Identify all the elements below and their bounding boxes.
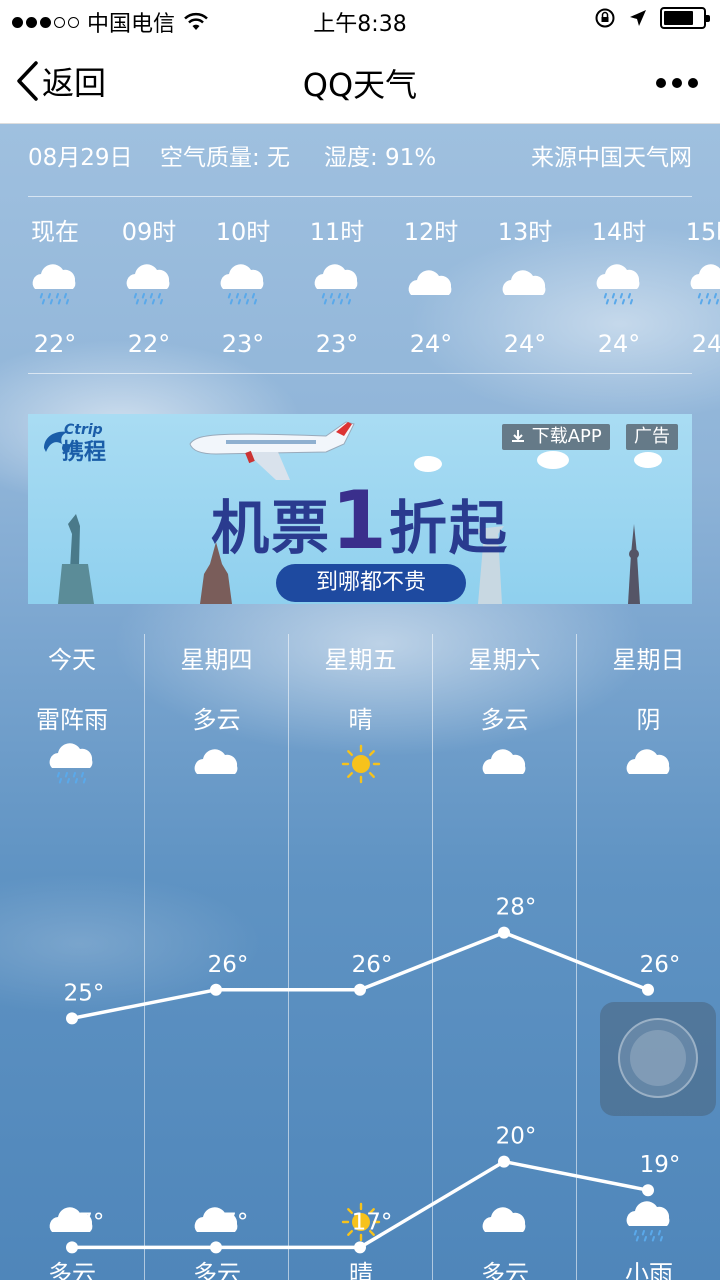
hour-temperature: 23°	[221, 330, 265, 358]
high-temperature-label: 26°	[208, 952, 249, 978]
hour-icon	[478, 258, 572, 312]
humidity-label: 湿度: 91%	[324, 145, 437, 171]
date-label: 08月29日	[28, 145, 133, 171]
ad-headline: 机票1折起	[28, 474, 692, 567]
hour-temperature: 22°	[127, 330, 171, 358]
rain-cloud-icon	[690, 264, 720, 305]
more-dot-icon	[688, 78, 698, 88]
location-arrow-icon	[630, 10, 646, 26]
more-options-button[interactable]	[656, 78, 698, 88]
ad-slogan-pill: 到哪都不贵	[276, 564, 466, 602]
hour-icon	[384, 258, 478, 312]
hour-icon	[102, 258, 196, 312]
hour-label: 11时	[309, 218, 365, 246]
hourly-item: 13时 24°	[478, 212, 572, 358]
high-temperature-label: 25°	[64, 980, 105, 1006]
hour-label: 10时	[215, 218, 271, 246]
hourly-forecast[interactable]: 现在 22° 09时 22° 10时 23° 11时 23° 12时 24° 13时 24…	[0, 212, 720, 372]
floating-action-button[interactable]	[600, 1002, 716, 1116]
high-temperature-point	[210, 983, 222, 996]
low-temperature-point	[354, 1241, 366, 1254]
hour-temperature: 23°	[315, 330, 359, 358]
orientation-lock-icon	[595, 8, 615, 28]
hour-icon	[290, 258, 384, 312]
ad-banner[interactable]: Ctrip 携程 下载APP 广告 机票1折起 到哪都不贵	[28, 414, 692, 604]
hour-label: 现在	[31, 218, 79, 246]
high-temperature-label: 26°	[640, 952, 681, 978]
low-temperature-label: 17°	[352, 1209, 393, 1235]
hour-icon	[572, 258, 666, 312]
hour-label: 13时	[497, 218, 553, 246]
high-temperature-point	[66, 1012, 78, 1025]
rain-cloud-icon	[314, 264, 358, 305]
hour-temperature: 24°	[409, 330, 453, 358]
low-temperature-point	[66, 1241, 78, 1254]
hourly-item: 11时 23°	[290, 212, 384, 358]
low-temperature-label: 17°	[64, 1209, 105, 1235]
hour-label: 12时	[403, 218, 459, 246]
divider	[28, 196, 692, 197]
battery-icon	[660, 7, 710, 29]
more-dot-icon	[656, 78, 666, 88]
hour-label: 09时	[121, 218, 177, 246]
ad-headline-part: 机票	[211, 494, 332, 562]
ad-headline-number: 1	[331, 474, 389, 567]
rain-cloud-icon	[126, 264, 170, 305]
hourly-item: 12时 24°	[384, 212, 478, 358]
weather-panel[interactable]: 08月29日 空气质量: 无 湿度: 91% 来源中国天气网 现在 22° 09时…	[0, 124, 720, 1280]
low-temperature-label: 17°	[208, 1209, 249, 1235]
low-temperature-point	[210, 1241, 222, 1254]
rain-cloud-icon	[596, 264, 640, 305]
page-title: QQ天气	[302, 66, 418, 104]
hourly-item: 09时 22°	[102, 212, 196, 358]
cloud-icon	[408, 270, 452, 295]
cloud-icon	[502, 270, 546, 295]
hourly-item: 15时 24°	[666, 212, 720, 358]
high-temperature-label: 28°	[496, 895, 537, 921]
daily-forecast[interactable]: 今天 雷阵雨 多云 星期四 多云 多云 星期五 晴 晴星期六 多云 多云 星期日 阴 …	[0, 634, 720, 1280]
high-temperature-point	[354, 983, 366, 996]
rain-cloud-icon	[220, 264, 264, 305]
high-temperature-label: 26°	[352, 952, 393, 978]
low-temperature-label: 19°	[640, 1152, 681, 1178]
hourly-item: 14时 24°	[572, 212, 666, 358]
hourly-item: 现在 22°	[8, 212, 102, 358]
floating-ring-inner	[630, 1030, 686, 1086]
more-dot-icon	[672, 78, 682, 88]
hour-temperature: 24°	[691, 330, 720, 358]
data-source-label: 来源中国天气网	[531, 145, 692, 171]
high-temperature-point	[498, 926, 510, 939]
hour-icon	[196, 258, 290, 312]
low-temperature-point	[642, 1184, 654, 1197]
low-temperature-point	[498, 1155, 510, 1168]
navigation-bar: 返回 QQ天气	[0, 40, 720, 124]
hour-temperature: 22°	[33, 330, 77, 358]
hourly-item: 10时 23°	[196, 212, 290, 358]
hour-temperature: 24°	[503, 330, 547, 358]
high-temperature-point	[642, 983, 654, 996]
hour-icon	[8, 258, 102, 312]
weather-info-bar: 08月29日 空气质量: 无 湿度: 91% 来源中国天气网	[28, 138, 692, 171]
hour-label: 15时	[685, 218, 720, 246]
hour-temperature: 24°	[597, 330, 641, 358]
divider	[28, 373, 692, 374]
hour-icon	[666, 258, 720, 312]
ad-headline-part: 折起	[388, 494, 509, 562]
low-temperature-label: 20°	[496, 1124, 537, 1150]
hour-label: 14时	[591, 218, 647, 246]
status-bar: 中国电信 上午8:38	[0, 0, 720, 40]
temperature-chart: 25° 26° 26° 28° 26° 17° 17° 17° 20° 19°	[64, 895, 681, 1254]
air-quality-label: 空气质量: 无	[160, 145, 291, 171]
rain-cloud-icon	[32, 264, 76, 305]
